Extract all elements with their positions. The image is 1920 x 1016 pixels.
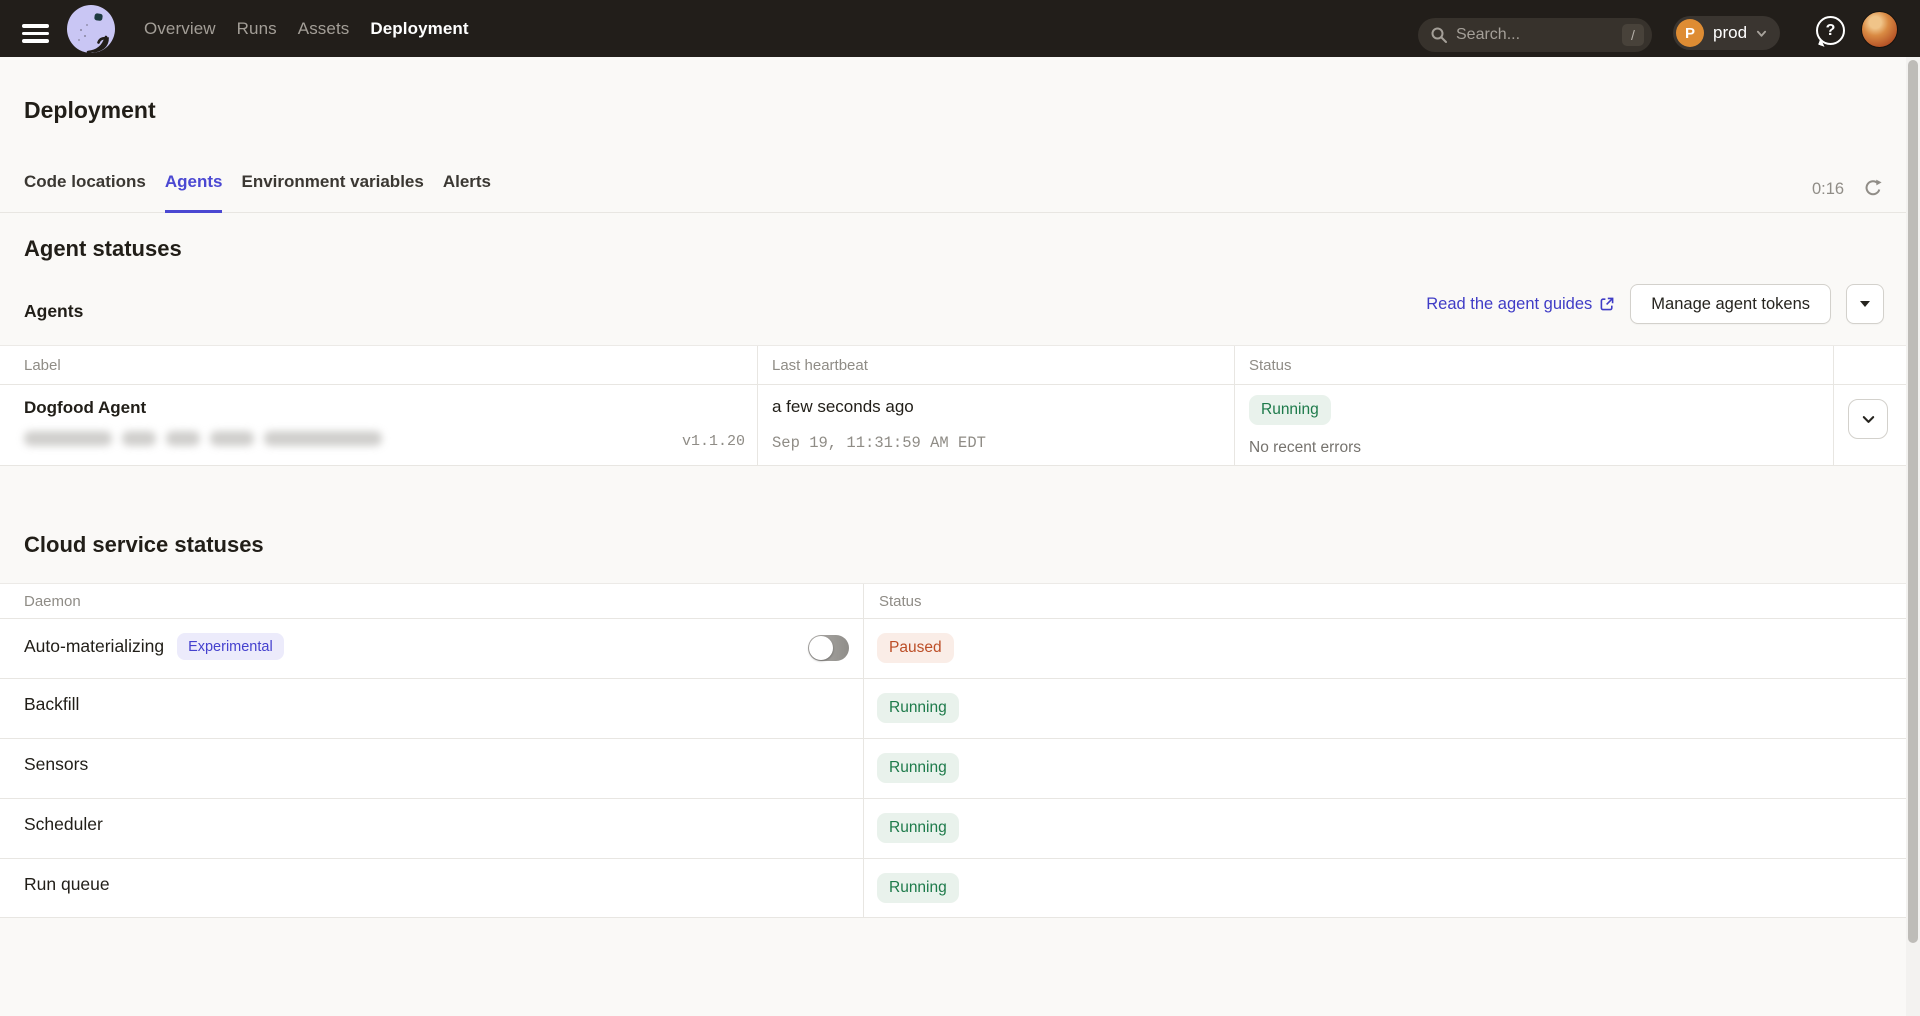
- daemon-name: Run queue: [24, 874, 110, 895]
- refresh-countdown: 0:16: [1812, 180, 1844, 199]
- chevron-down-icon: [1756, 28, 1767, 39]
- tab-code-locations[interactable]: Code locations: [24, 163, 146, 213]
- agent-heartbeat-relative: a few seconds ago: [772, 397, 914, 417]
- tab-bar: Code locations Agents Environment variab…: [0, 163, 1906, 213]
- daemon-name: Auto-materializing: [24, 636, 164, 657]
- auto-materializing-toggle[interactable]: [808, 635, 849, 661]
- search-placeholder: Search...: [1456, 26, 1622, 44]
- agent-id-redacted: [24, 431, 382, 446]
- search-icon: [1431, 27, 1447, 43]
- search-shortcut-badge: /: [1622, 24, 1644, 46]
- daemon-status-badge-running: Running: [877, 813, 959, 843]
- refresh-icon[interactable]: [1863, 178, 1883, 198]
- daemon-status-badge-running: Running: [877, 873, 959, 903]
- org-initial-badge: P: [1676, 19, 1704, 47]
- col-status: Status: [1249, 357, 1292, 374]
- col-label: Label: [24, 357, 61, 374]
- daemon-status-badge-paused: Paused: [877, 633, 954, 663]
- dagster-logo-icon[interactable]: [67, 5, 115, 53]
- user-avatar[interactable]: [1861, 11, 1898, 48]
- cloud-service-statuses-heading: Cloud service statuses: [24, 532, 264, 558]
- daemon-name: Sensors: [24, 754, 88, 775]
- daemon-label-sensors: Sensors: [24, 754, 88, 775]
- caret-down-icon: [1860, 301, 1870, 307]
- daemon-name: Scheduler: [24, 814, 103, 835]
- primary-nav: Overview Runs Assets Deployment: [144, 0, 469, 57]
- agents-table: Label Last heartbeat Status Dogfood Agen…: [0, 345, 1906, 466]
- agent-version: v1.1.20: [612, 433, 745, 450]
- col-daemon: Daemon: [24, 593, 81, 610]
- col-daemon-status: Status: [879, 593, 922, 610]
- col-last-heartbeat: Last heartbeat: [772, 357, 868, 374]
- agent-status-badge: Running: [1249, 395, 1331, 425]
- nav-runs[interactable]: Runs: [237, 19, 277, 39]
- agent-statuses-heading: Agent statuses: [24, 236, 182, 262]
- agent-status-detail: No recent errors: [1249, 439, 1361, 457]
- nav-deployment[interactable]: Deployment: [370, 19, 468, 39]
- experimental-badge: Experimental: [177, 633, 284, 660]
- daemon-label-backfill: Backfill: [24, 694, 79, 715]
- daemon-status-badge-running: Running: [877, 693, 959, 723]
- top-navigation-bar: Overview Runs Assets Deployment Search..…: [0, 0, 1920, 57]
- daemon-name: Backfill: [24, 694, 79, 715]
- nav-assets[interactable]: Assets: [298, 19, 350, 39]
- tab-environment-variables[interactable]: Environment variables: [241, 163, 423, 213]
- external-link-icon: [1599, 296, 1615, 312]
- agent-guides-link-label: Read the agent guides: [1426, 295, 1592, 314]
- tab-agents[interactable]: Agents: [165, 163, 223, 213]
- cloud-services-table: Daemon Status Auto-materializing Experim…: [0, 583, 1906, 918]
- agent-name: Dogfood Agent: [24, 398, 146, 418]
- deployment-switcher[interactable]: P prod: [1673, 16, 1780, 50]
- chevron-down-icon: [1861, 412, 1876, 427]
- manage-agent-tokens-button[interactable]: Manage agent tokens: [1630, 284, 1831, 324]
- scrollbar-thumb[interactable]: [1908, 60, 1918, 943]
- deployment-page: Overview Runs Assets Deployment Search..…: [0, 0, 1920, 1016]
- tab-alerts[interactable]: Alerts: [443, 163, 491, 213]
- menu-icon[interactable]: [22, 24, 49, 43]
- agent-guides-link[interactable]: Read the agent guides: [1426, 295, 1615, 314]
- agent-token-menu-button[interactable]: [1846, 284, 1884, 324]
- help-icon: ?: [1816, 16, 1845, 45]
- daemon-label-auto-materializing: Auto-materializing Experimental: [24, 633, 284, 660]
- daemon-status-badge-running: Running: [877, 753, 959, 783]
- page-title: Deployment: [24, 97, 156, 124]
- nav-overview[interactable]: Overview: [144, 19, 216, 39]
- daemon-label-scheduler: Scheduler: [24, 814, 103, 835]
- agent-heartbeat-timestamp: Sep 19, 11:31:59 AM EDT: [772, 434, 986, 452]
- org-name: prod: [1713, 23, 1747, 43]
- daemon-label-run-queue: Run queue: [24, 874, 110, 895]
- search-input[interactable]: Search... /: [1418, 18, 1652, 52]
- agent-row-expander-button[interactable]: [1848, 399, 1888, 439]
- agents-subheading: Agents: [24, 301, 83, 322]
- help-button[interactable]: ?: [1816, 16, 1845, 45]
